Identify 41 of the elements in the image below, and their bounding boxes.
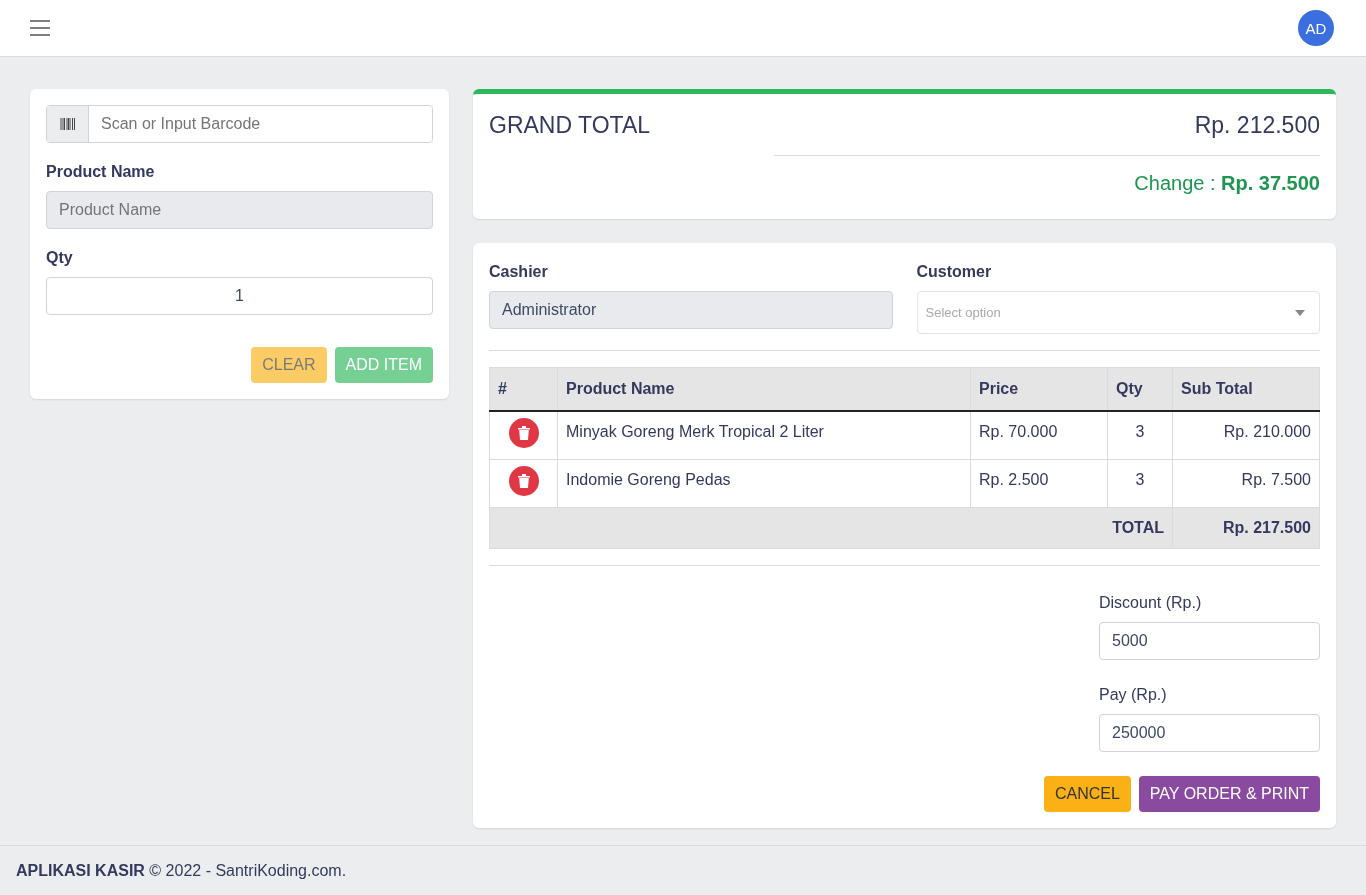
- table-cell: 3: [1107, 459, 1173, 508]
- delete-button[interactable]: [508, 418, 539, 448]
- table-cell: TOTAL: [489, 507, 1173, 549]
- field-label: Product Name: [46, 163, 156, 181]
- field-label: Qty: [46, 249, 74, 267]
- table-cell: Indomie Goreng Pedas: [557, 459, 971, 508]
- table-cell: Minyak Goreng Merk Tropical 2 Liter: [557, 411, 971, 460]
- table-cell: Rp. 7.500: [1172, 459, 1320, 508]
- table-cell: Rp. 70.000: [970, 411, 1108, 460]
- menu-icon[interactable]: [30, 20, 50, 36]
- delete-button[interactable]: [508, 466, 539, 496]
- field-label: Discount (Rp.): [1099, 594, 1203, 612]
- trash-icon: [517, 474, 530, 488]
- change-amount: Change : Rp. 37.500: [1133, 172, 1320, 195]
- cancel-button[interactable]: CANCEL: [1043, 776, 1131, 812]
- table-cell: 3: [1107, 411, 1173, 460]
- pay-order-button[interactable]: PAY ORDER & PRINT: [1138, 776, 1320, 812]
- cashier-field[interactable]: Administrator: [489, 291, 893, 329]
- column-header: Price: [970, 367, 1108, 411]
- field-label: Cashier: [489, 263, 549, 281]
- grand-total-amount: Rp. 212.500: [1194, 112, 1320, 139]
- column-header: Qty: [1107, 367, 1173, 411]
- pay-field[interactable]: 250000: [1099, 714, 1320, 752]
- barcode-icon: [59, 118, 76, 130]
- column-header: #: [489, 367, 558, 411]
- user-avatar[interactable]: AD: [1298, 10, 1334, 46]
- column-header: Sub Total: [1172, 367, 1320, 411]
- qty-field[interactable]: 1: [46, 277, 433, 315]
- caret-icon: [1295, 309, 1305, 316]
- column-header: Product Name: [557, 367, 971, 411]
- product-name-field[interactable]: Product Name: [46, 191, 433, 229]
- discount-field[interactable]: 5000: [1099, 622, 1320, 660]
- trash-icon: [517, 426, 530, 440]
- barcode-field[interactable]: Scan or Input Barcode: [46, 105, 433, 143]
- grand-total-title: GRAND TOTAL: [489, 112, 651, 139]
- table-cell: Rp. 210.000: [1172, 411, 1320, 460]
- field-label: Customer: [916, 263, 993, 281]
- table-cell: Rp. 2.500: [970, 459, 1108, 508]
- footer-text: APLIKASI KASIR © 2022 - SantriKoding.com.: [16, 861, 347, 880]
- table-cell: Rp. 217.500: [1172, 507, 1320, 549]
- field-label: Pay (Rp.): [1099, 686, 1168, 704]
